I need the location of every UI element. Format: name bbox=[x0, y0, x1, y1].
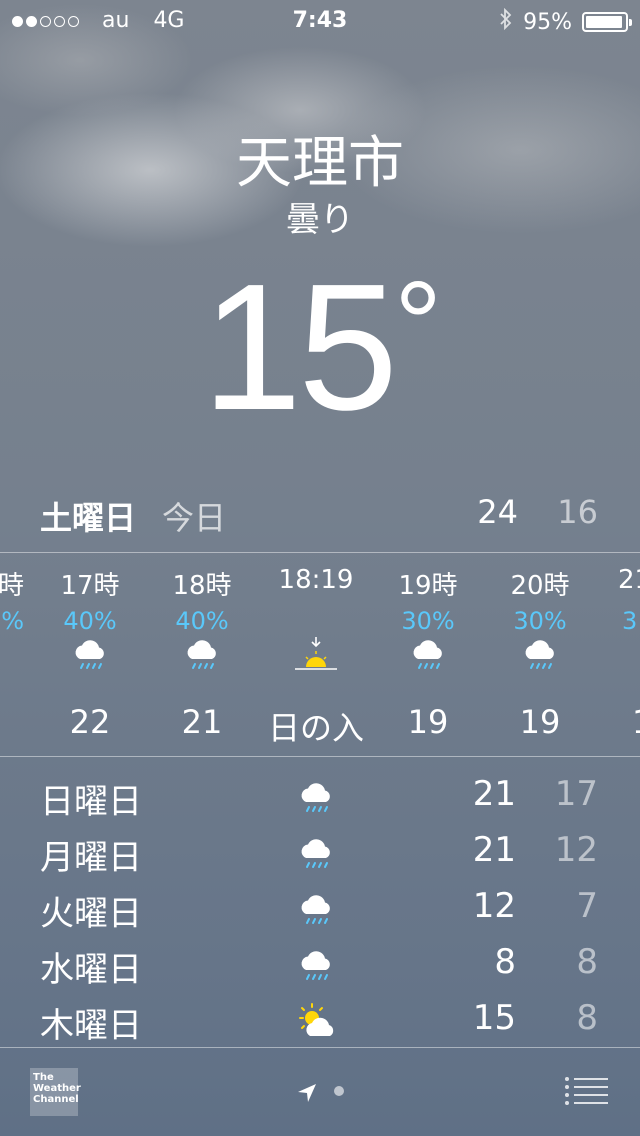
hourly-time: 18時 bbox=[172, 571, 232, 601]
weather-condition: 曇り bbox=[286, 200, 354, 240]
rain-cloud-icon bbox=[484, 635, 596, 679]
today-high: 24 bbox=[477, 493, 518, 531]
hourly-time: 20時 bbox=[510, 571, 570, 601]
rain-cloud-icon bbox=[296, 890, 336, 939]
temperature-value: 15 bbox=[201, 247, 398, 448]
hourly-time: 21 bbox=[618, 565, 640, 595]
sunset-icon bbox=[250, 635, 382, 679]
logo-text-line: Channel bbox=[33, 1094, 79, 1105]
daily-low: 17 bbox=[554, 774, 598, 814]
bluetooth-icon bbox=[499, 7, 513, 36]
daily-low: 7 bbox=[576, 886, 598, 926]
hourly-precip: % bbox=[1, 607, 24, 635]
daily-day: 月曜日 bbox=[40, 838, 142, 878]
daily-high: 15 bbox=[472, 998, 516, 1038]
daily-day: 火曜日 bbox=[40, 894, 142, 934]
hourly-time: 17時 bbox=[60, 571, 120, 601]
city-name: 天理市 bbox=[236, 131, 404, 196]
hourly-precip: 30% bbox=[401, 607, 455, 635]
battery-percent: 95% bbox=[523, 9, 572, 35]
hourly-temp: 19 bbox=[407, 703, 449, 741]
hourly-precip: 3 bbox=[622, 607, 638, 635]
hourly-temp: 19 bbox=[519, 703, 561, 741]
degree-symbol: ° bbox=[394, 257, 442, 391]
rain-cloud-icon bbox=[296, 946, 336, 995]
hourly-temp: 22 bbox=[69, 703, 111, 741]
hourly-temp: 21 bbox=[181, 703, 223, 741]
current-temperature: 15° bbox=[0, 258, 640, 438]
page-dot[interactable] bbox=[334, 1086, 344, 1096]
rain-cloud-icon bbox=[604, 635, 640, 679]
footer-toolbar: The Weather Channel bbox=[0, 1048, 640, 1136]
logo-text-line: The bbox=[33, 1072, 54, 1083]
battery-icon bbox=[582, 12, 632, 32]
rain-cloud-icon bbox=[146, 635, 258, 679]
logo-text-line: Weather bbox=[33, 1083, 81, 1094]
daily-low: 12 bbox=[554, 830, 598, 870]
hourly-precip: 40% bbox=[63, 607, 117, 635]
daily-row: 日曜日 21 17 bbox=[0, 774, 640, 830]
sunset-label: 日の入 bbox=[267, 709, 364, 747]
daily-low: 8 bbox=[576, 998, 598, 1038]
rain-cloud-icon bbox=[296, 834, 336, 883]
daily-day: 日曜日 bbox=[40, 782, 142, 822]
hourly-time: 18:19 bbox=[278, 565, 354, 595]
status-bar: au 4G 7:43 95% bbox=[0, 0, 640, 40]
rain-cloud-icon bbox=[372, 635, 484, 679]
hourly-precip: 40% bbox=[175, 607, 229, 635]
list-icon[interactable] bbox=[564, 1076, 610, 1110]
hourly-temp: 1 bbox=[604, 703, 640, 741]
today-summary: 土曜日 今日 24 16 bbox=[0, 493, 640, 539]
daily-high: 21 bbox=[472, 830, 516, 870]
hourly-precip: 30% bbox=[513, 607, 567, 635]
rain-cloud-icon bbox=[34, 635, 146, 679]
hourly-forecast[interactable]: 時 % 17時 40% 22 18時 40% 21 18:19 日の入 19時 … bbox=[0, 553, 640, 756]
today-low: 16 bbox=[557, 493, 598, 531]
daily-day: 木曜日 bbox=[40, 1006, 142, 1046]
daily-high: 12 bbox=[472, 886, 516, 926]
daily-row: 木曜日 15 8 bbox=[0, 998, 640, 1054]
daily-row: 月曜日 21 12 bbox=[0, 830, 640, 886]
daily-high: 8 bbox=[494, 942, 516, 982]
status-right: 95% bbox=[499, 7, 632, 36]
today-label: 今日 bbox=[162, 499, 227, 537]
daily-row: 火曜日 12 7 bbox=[0, 886, 640, 942]
partly-sunny-icon bbox=[296, 1002, 342, 1051]
location-arrow-icon[interactable] bbox=[296, 1082, 318, 1108]
daily-low: 8 bbox=[576, 942, 598, 982]
weather-channel-logo[interactable]: The Weather Channel bbox=[30, 1068, 81, 1116]
hourly-time: 時 bbox=[0, 571, 24, 601]
daily-high: 21 bbox=[472, 774, 516, 814]
hourly-time: 19時 bbox=[398, 571, 458, 601]
today-day-name: 土曜日 bbox=[40, 499, 137, 537]
rain-cloud-icon bbox=[296, 778, 336, 827]
daily-row: 水曜日 8 8 bbox=[0, 942, 640, 998]
daily-day: 水曜日 bbox=[40, 950, 142, 990]
divider-middle bbox=[0, 756, 640, 757]
